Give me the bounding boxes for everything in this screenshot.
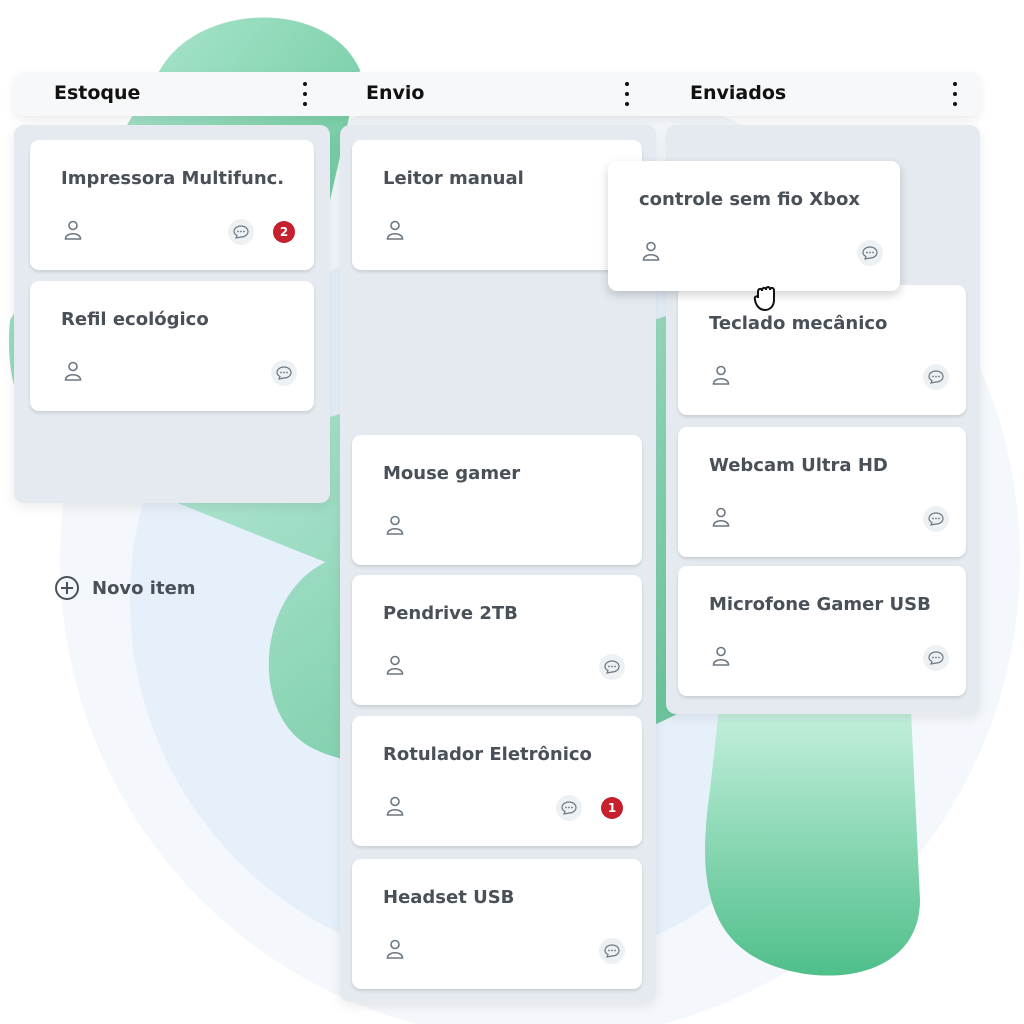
user-icon[interactable] xyxy=(712,507,730,527)
card-title: Leitor manual xyxy=(383,168,524,189)
new-item-button[interactable]: Novo item xyxy=(54,575,196,601)
column-title-envio: Envio xyxy=(366,82,425,104)
task-card[interactable]: Webcam Ultra HD xyxy=(678,427,966,557)
user-icon[interactable] xyxy=(712,365,730,385)
comment-icon[interactable] xyxy=(923,364,949,390)
comment-icon[interactable] xyxy=(923,645,949,671)
user-icon[interactable] xyxy=(712,646,730,666)
comment-icon[interactable] xyxy=(599,654,625,680)
user-icon[interactable] xyxy=(386,939,404,959)
column-title-estoque: Estoque xyxy=(54,82,141,104)
card-title: Pendrive 2TB xyxy=(383,603,518,624)
task-card[interactable]: Microfone Gamer USB xyxy=(678,566,966,696)
grab-hand-icon xyxy=(753,286,775,312)
task-card[interactable]: controle sem fio Xbox xyxy=(608,161,900,291)
vertical-dots-icon[interactable] xyxy=(624,82,630,106)
user-icon[interactable] xyxy=(386,515,404,535)
card-title: Mouse gamer xyxy=(383,463,521,484)
card-title: Headset USB xyxy=(383,887,515,908)
task-card[interactable]: Leitor manual xyxy=(352,140,642,270)
vertical-dots-icon[interactable] xyxy=(952,82,958,106)
comment-icon[interactable] xyxy=(556,795,582,821)
user-icon[interactable] xyxy=(386,655,404,675)
task-card[interactable]: Rotulador Eletrônico 1 xyxy=(352,716,642,846)
comment-count-badge: 2 xyxy=(273,221,295,243)
user-icon[interactable] xyxy=(64,361,82,381)
user-icon[interactable] xyxy=(642,241,660,261)
card-title: Refil ecológico xyxy=(61,309,209,330)
comment-icon[interactable] xyxy=(599,938,625,964)
user-icon[interactable] xyxy=(386,220,404,240)
task-card[interactable]: Pendrive 2TB xyxy=(352,575,642,705)
card-title: Rotulador Eletrônico xyxy=(383,744,592,765)
comment-icon[interactable] xyxy=(923,506,949,532)
card-title: controle sem fio Xbox xyxy=(639,189,861,210)
plus-circle-icon xyxy=(55,576,79,600)
card-title: Teclado mecânico xyxy=(709,313,888,334)
task-card[interactable]: Mouse gamer xyxy=(352,435,642,565)
new-item-label: Novo item xyxy=(92,577,196,599)
user-icon[interactable] xyxy=(386,796,404,816)
task-card[interactable]: Impressora Multifunc. 2 xyxy=(30,140,314,270)
board-header: Estoque Envio Enviados xyxy=(14,72,980,116)
comment-icon[interactable] xyxy=(228,219,254,245)
user-icon[interactable] xyxy=(64,220,82,240)
task-card[interactable]: Teclado mecânico xyxy=(678,285,966,415)
card-title: Microfone Gamer USB xyxy=(709,594,931,615)
task-card[interactable]: Refil ecológico xyxy=(30,281,314,411)
comment-icon[interactable] xyxy=(857,240,883,266)
vertical-dots-icon[interactable] xyxy=(302,82,308,106)
card-title: Webcam Ultra HD xyxy=(709,455,888,476)
comment-count-badge: 1 xyxy=(601,797,623,819)
comment-icon[interactable] xyxy=(271,360,297,386)
card-title: Impressora Multifunc. xyxy=(61,168,285,189)
task-card[interactable]: Headset USB xyxy=(352,859,642,989)
column-title-enviados: Enviados xyxy=(690,82,787,104)
